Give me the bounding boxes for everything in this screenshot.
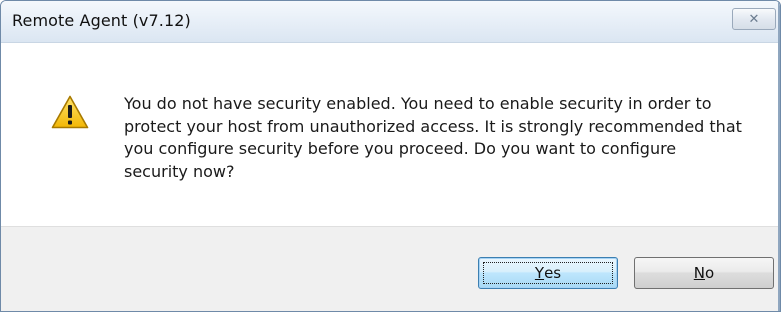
close-icon: ✕: [748, 11, 760, 27]
dialog-content: You do not have security enabled. You ne…: [1, 44, 780, 226]
no-label-rest: o: [705, 264, 715, 282]
button-bar: Yes No: [1, 226, 780, 311]
yes-button[interactable]: Yes: [478, 257, 618, 289]
message-dialog: Remote Agent (v7.12) ✕ You do not have s…: [0, 0, 781, 312]
title-bar[interactable]: Remote Agent (v7.12) ✕: [1, 1, 780, 43]
close-button[interactable]: ✕: [732, 8, 776, 30]
window-border: [778, 1, 780, 311]
no-mnemonic: N: [693, 264, 706, 282]
warning-icon: [51, 95, 89, 129]
no-button[interactable]: No: [634, 257, 774, 289]
focus-rectangle: [483, 262, 613, 284]
window-title: Remote Agent (v7.12): [12, 11, 191, 30]
message-text: You do not have security enabled. You ne…: [124, 94, 742, 181]
